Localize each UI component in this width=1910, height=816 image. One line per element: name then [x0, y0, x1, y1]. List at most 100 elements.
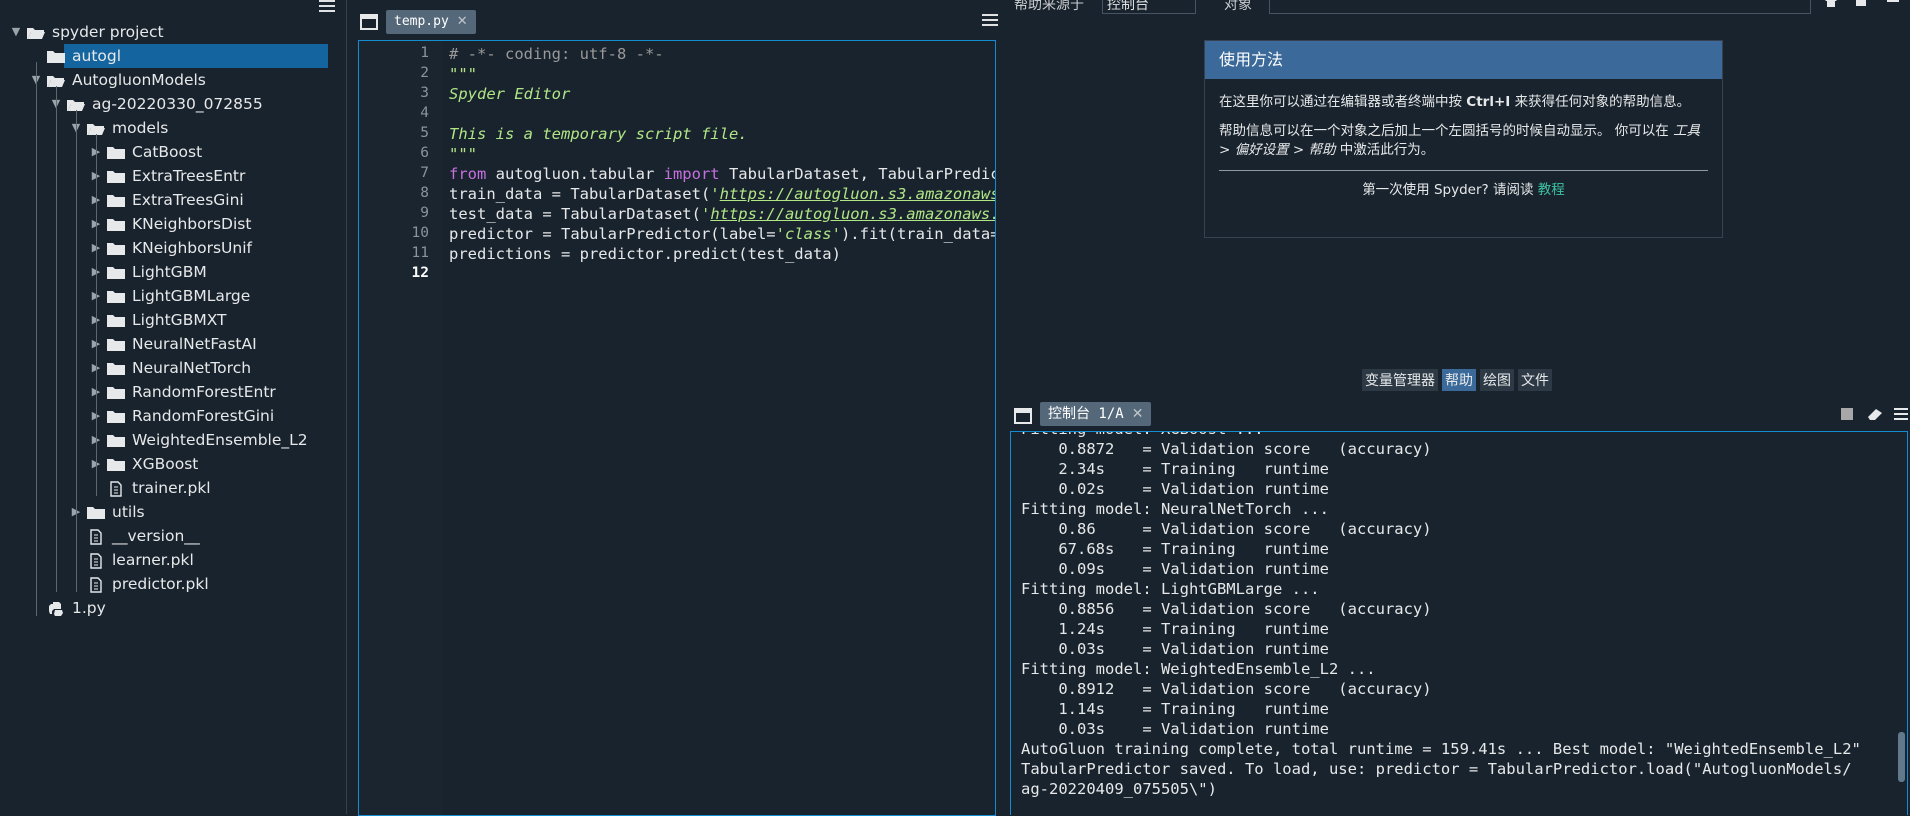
- folder-icon: [106, 168, 126, 184]
- tree-item-label: RandomForestGini: [132, 407, 275, 425]
- object-input[interactable]: [1269, 0, 1811, 14]
- tree-item-lightgbmlarge[interactable]: ▶ LightGBMLarge: [0, 284, 340, 308]
- usage-text: 帮助信息可以在一个对象之后加上一个左圆括号的时候自动显示。 你可以在: [1219, 123, 1674, 139]
- tree-item-models[interactable]: ▼ models: [0, 116, 340, 140]
- pane-tab[interactable]: 文件: [1518, 369, 1552, 391]
- tree-item-utils[interactable]: ▶ utils: [0, 500, 340, 524]
- browse-tabs-icon[interactable]: [1014, 408, 1032, 424]
- code-token: TabularDataset, TabularPredict: [719, 165, 995, 183]
- file-icon: [86, 528, 106, 545]
- tree-item-version[interactable]: __version__: [0, 524, 340, 548]
- tree-item-extratreesgini[interactable]: ▶ ExtraTreesGini: [0, 188, 340, 212]
- file-icon: [86, 576, 106, 593]
- tree-item-label: LightGBMLarge: [132, 287, 251, 305]
- tree-item-autogl[interactable]: autogl: [47, 44, 328, 68]
- eraser-icon[interactable]: [1866, 407, 1884, 421]
- pane-tab[interactable]: 帮助: [1442, 369, 1476, 391]
- console-options-menu-icon[interactable]: [1894, 407, 1908, 421]
- console-line: 0.02s = Validation runtime: [1021, 480, 1329, 498]
- tree-item-neuralnetfastai[interactable]: ▶ NeuralNetFastAI: [0, 332, 340, 356]
- pane-tab[interactable]: 变量管理器: [1362, 369, 1438, 391]
- stop-icon[interactable]: [1840, 407, 1854, 421]
- tree-item-label: KNeighborsDist: [132, 215, 252, 233]
- editor-tab-label: temp.py: [394, 14, 449, 29]
- code-token: ).fit(train_data=t: [840, 225, 995, 243]
- tree-item-predictor-pkl[interactable]: predictor.pkl: [0, 572, 340, 596]
- close-tab-icon[interactable]: ✕: [457, 14, 468, 29]
- close-tab-icon[interactable]: ✕: [1132, 406, 1144, 422]
- home-icon[interactable]: [1824, 0, 1838, 8]
- editor-tab-temp-py[interactable]: temp.py ✕: [386, 10, 476, 34]
- chevron-down-icon[interactable]: ▼: [10, 20, 22, 44]
- tree-item-neuralnettorch[interactable]: ▶ NeuralNetTorch: [0, 356, 340, 380]
- line-number: 9: [420, 205, 429, 221]
- tree-item-label: LightGBMXT: [132, 311, 227, 329]
- console-line: 67.68s = Training runtime: [1021, 540, 1329, 558]
- code-editor[interactable]: 1 2 3 4 5 6 7 8 9 10 11 12 # -*- coding: utf-8 -*- "…: [358, 40, 996, 816]
- indent-guide: [56, 86, 57, 592]
- tree-item-randomforestentr[interactable]: ▶ RandomForestEntr: [0, 380, 340, 404]
- line-number: 10: [411, 225, 429, 241]
- code-area[interactable]: # -*- coding: utf-8 -*- """ Spyder Editor T…: [443, 41, 995, 815]
- tree-item-label: LightGBM: [132, 263, 207, 281]
- code-line: """: [449, 65, 477, 83]
- tree-item-label: CatBoost: [132, 143, 203, 161]
- code-line: train_data = TabularDataset('https://aut…: [449, 185, 995, 203]
- tree-item-learner-pkl[interactable]: learner.pkl: [0, 548, 340, 572]
- tree-item-extratreesentr[interactable]: ▶ ExtraTreesEntr: [0, 164, 340, 188]
- tutorial-link[interactable]: 教程: [1538, 182, 1565, 198]
- project-file-tree[interactable]: ▼ spyder project autogl ▼ AutogluonModels ▼ ag…: [0, 0, 347, 814]
- tutorial-footer: 第一次使用 Spyder? 请阅读 教程: [1219, 181, 1708, 200]
- console-line: TabularPredictor saved. To load, use: pr…: [1021, 760, 1852, 778]
- tree-item-randomforestgini[interactable]: ▶ RandomForestGini: [0, 404, 340, 428]
- tree-item-spyder-project[interactable]: ▼ spyder project: [0, 20, 340, 44]
- tree-item-ag-20220330-072855[interactable]: ▼ ag-20220330_072855: [0, 92, 340, 116]
- tree-item-label: 1.py: [72, 599, 106, 617]
- usage-text: 在这里你可以通过在编辑器或者终端中按: [1219, 94, 1462, 110]
- tree-item-label: RandomForestEntr: [132, 383, 276, 401]
- tree-item-autogluonmodels[interactable]: ▼ AutogluonModels: [0, 68, 340, 92]
- console-line: Fitting model: LightGBMLarge ...: [1021, 580, 1320, 598]
- code-line: """: [449, 145, 477, 163]
- lock-icon[interactable]: [1854, 0, 1868, 8]
- scrollbar-thumb[interactable]: [1898, 732, 1905, 782]
- help-pane: 帮助来源于 控制台 对象 使用方法 在这里你可以通过在编辑器或者终端中按 Ctr…: [1006, 0, 1910, 398]
- console-line: 0.86 = Validation score (accuracy): [1021, 520, 1432, 538]
- tree-item-label: XGBoost: [132, 455, 199, 473]
- tree-item-kneighborsdist[interactable]: ▶ KNeighborsDist: [0, 212, 340, 236]
- console-output[interactable]: Fitting model: XGBoost ... 0.8872 = Vali…: [1010, 431, 1908, 815]
- console-tab[interactable]: 控制台 1/A ✕: [1040, 402, 1152, 426]
- tree-item-weightedensemble-l2[interactable]: ▶ WeightedEnsemble_L2: [0, 428, 340, 452]
- tree-item-trainer-pkl[interactable]: trainer.pkl: [0, 476, 340, 500]
- pane-options-menu-icon[interactable]: [318, 0, 336, 14]
- pane-tab[interactable]: 绘图: [1480, 369, 1514, 391]
- line-number: 12: [411, 265, 429, 281]
- folder-icon: [106, 192, 126, 208]
- folder-icon: [106, 144, 126, 160]
- code-token: https://autogluon.s3.amazonaws.: [719, 185, 995, 203]
- tree-item-kneighborsunif[interactable]: ▶ KNeighborsUnif: [0, 236, 340, 260]
- tree-item-lightgbmxt[interactable]: ▶ LightGBMXT: [0, 308, 340, 332]
- browse-tabs-icon[interactable]: [360, 14, 378, 30]
- folder-icon: [106, 312, 126, 328]
- help-options-menu-icon[interactable]: [1886, 0, 1900, 8]
- indent-guide: [36, 62, 37, 616]
- tree-item-label: spyder project: [52, 23, 164, 41]
- folder-icon: [106, 240, 126, 256]
- code-token: """: [449, 145, 477, 163]
- console-line: 0.8856 = Validation score (accuracy): [1021, 600, 1432, 618]
- line-number: 5: [420, 125, 429, 141]
- console-line: 1.14s = Training runtime: [1021, 700, 1329, 718]
- tree-item-label: ExtraTreesGini: [132, 191, 244, 209]
- code-token: from: [449, 165, 487, 183]
- tree-item-catboost[interactable]: ▶ CatBoost: [0, 140, 340, 164]
- tree-item-xgboost[interactable]: ▶ XGBoost: [0, 452, 340, 476]
- code-token: autogluon.tabular: [486, 165, 664, 183]
- tree-item-lightgbm[interactable]: ▶ LightGBM: [0, 260, 340, 284]
- help-source-select[interactable]: 控制台: [1102, 0, 1196, 14]
- code-line: from autogluon.tabular import TabularDat…: [449, 165, 995, 183]
- tree-item-1-py[interactable]: 1.py: [0, 596, 340, 620]
- editor-options-menu-icon[interactable]: [981, 14, 999, 28]
- folder-icon: [106, 456, 126, 472]
- console-scrollbar[interactable]: [1897, 432, 1907, 815]
